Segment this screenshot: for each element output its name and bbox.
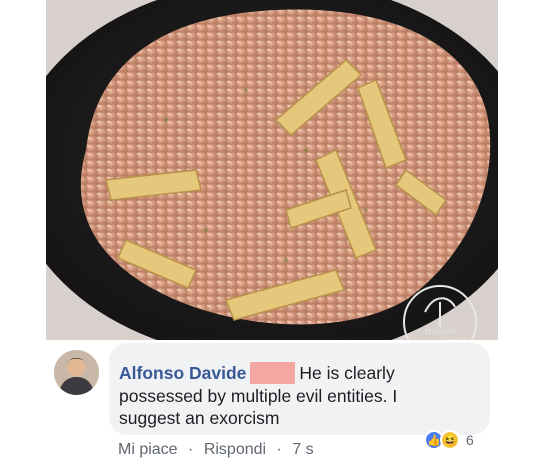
comment-line-1: Alfonso Davide He is clearly xyxy=(119,362,395,384)
timestamp[interactable]: 7 s xyxy=(292,441,313,459)
separator: · xyxy=(276,441,282,458)
like-link[interactable]: Mi piace xyxy=(118,441,178,459)
redacted-block xyxy=(250,362,296,384)
comment: Alfonso Davide He is clearly possessed by… xyxy=(46,340,498,466)
reply-link[interactable]: Rispondi xyxy=(204,441,266,459)
watermark-text-top: ITALIANS xyxy=(425,328,457,336)
haha-reaction-icon: 😆 xyxy=(440,430,460,450)
comment-text-3: suggest an exorcism xyxy=(119,408,280,428)
author-name[interactable]: Alfonso Davide xyxy=(119,363,246,383)
comment-bubble: Alfonso Davide He is clearly possessed by… xyxy=(109,343,490,435)
reactions-summary[interactable]: 👍 😆 6 xyxy=(424,428,474,452)
reaction-count: 6 xyxy=(466,432,474,448)
comment-actions: Mi piace · Rispondi · 7 s xyxy=(118,441,314,459)
avatar[interactable] xyxy=(54,350,99,395)
comment-text-1: He is clearly xyxy=(299,363,395,383)
separator: · xyxy=(188,441,194,458)
comment-text-2: possessed by multiple evil entities. I xyxy=(119,386,398,406)
